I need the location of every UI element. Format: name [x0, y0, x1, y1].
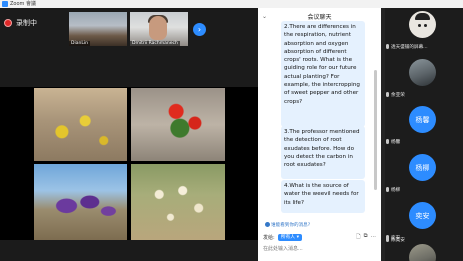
screenshot-icon[interactable]: ⧉	[364, 233, 368, 242]
recipient-value: 所有人	[280, 235, 296, 240]
recipient-select[interactable]: 所有人 ▾	[277, 234, 303, 241]
participant-tile[interactable]: 余亚荣	[385, 56, 463, 101]
participant-name-label: 杨馨	[391, 140, 401, 145]
send-to-row: 发给: 所有人 ▾ 🗋 ⧉ …	[263, 233, 376, 242]
meeting-main-area: 录制中 DianLin Dmitrii Rachmanech ›	[0, 8, 258, 261]
participant-name-label: 陈奕安	[391, 238, 405, 243]
chat-message: 3.The professor mentioned the detection …	[281, 126, 365, 179]
participant-name: 余亚荣	[386, 92, 405, 98]
shared-screen	[0, 87, 258, 240]
recording-label: 录制中	[16, 19, 37, 27]
mic-icon	[386, 187, 389, 192]
participant-name-label: 透天盛铺的屏幕...	[391, 45, 428, 50]
photo-avatar	[409, 244, 436, 261]
participant-name: 透天盛铺的屏幕...	[386, 44, 428, 50]
participant-name: 杨柳	[386, 187, 400, 193]
mic-icon	[386, 237, 389, 242]
participant-name: 杨馨	[386, 139, 400, 145]
text-avatar: 杨馨	[409, 106, 436, 133]
next-page-button[interactable]: ›	[193, 23, 206, 36]
video-thumbnail[interactable]: Dmitrii Rachmanech	[130, 12, 188, 46]
notice-label: 谁能看到你的消息?	[271, 223, 311, 228]
file-icon[interactable]: 🗋	[356, 233, 360, 242]
participant-face	[149, 16, 167, 40]
chat-message: 2.There are differences in the respirati…	[281, 21, 365, 127]
photo-avatar	[409, 59, 436, 86]
chat-message: 4.What is the source of water the weevil…	[281, 180, 365, 213]
avatar-eye	[424, 24, 427, 27]
window-title: Zoom 會議	[10, 1, 37, 7]
red-tulips-photo	[131, 88, 225, 161]
participant-name-label: 余亚荣	[391, 93, 405, 98]
mic-icon	[386, 92, 389, 97]
chat-panel: ⌄ 会议聊天 2.There are differences in the re…	[258, 8, 381, 261]
participant-name: 陈奕安	[386, 237, 405, 243]
info-icon	[265, 222, 270, 227]
participant-tile[interactable]: 透天盛铺的屏幕...	[385, 8, 463, 53]
mic-icon	[386, 139, 389, 144]
chat-title: 会议聊天	[307, 14, 332, 21]
chat-message-input[interactable]	[263, 244, 376, 254]
participant-name-label: 杨柳	[391, 188, 401, 193]
message-visibility-notice[interactable]: 谁能看到你的消息?	[265, 222, 310, 228]
chat-scrollbar[interactable]	[374, 70, 377, 190]
window-titlebar: Zoom 會議	[0, 0, 463, 8]
zoom-app-icon	[2, 1, 8, 7]
participant-tile[interactable]: 杨柳 杨柳	[385, 151, 463, 196]
text-avatar: 奕安	[409, 202, 436, 229]
cartoon-avatar	[409, 11, 436, 38]
participant-gallery: 透天盛铺的屏幕... 余亚荣 杨馨 杨馨 杨柳 杨柳 奕安 奕安 陈奕安	[385, 8, 463, 261]
avatar-hat	[415, 13, 430, 20]
white-daffodils-photo	[131, 164, 225, 240]
send-to-label: 发给:	[263, 235, 275, 241]
participant-name: Dmitrii Rachmanech	[130, 41, 180, 46]
recording-indicator[interactable]: 录制中	[4, 18, 37, 28]
participant-tile[interactable]: 杨馨 杨馨	[385, 103, 463, 148]
yellow-flowers-photo	[34, 88, 127, 161]
video-thumbnail-strip: DianLin Dmitrii Rachmanech	[69, 12, 188, 46]
participant-name: DianLin	[69, 41, 90, 46]
mic-icon	[386, 44, 389, 49]
more-icon[interactable]: …	[371, 233, 377, 242]
chat-tools: 🗋 ⧉ …	[356, 233, 376, 242]
avatar-eye	[418, 24, 421, 27]
participant-tile[interactable]: 陈奕安	[385, 230, 463, 261]
purple-iris-photo	[34, 164, 127, 240]
video-thumbnail[interactable]: DianLin	[69, 12, 127, 46]
record-icon	[4, 19, 12, 27]
text-avatar: 杨柳	[409, 154, 436, 181]
